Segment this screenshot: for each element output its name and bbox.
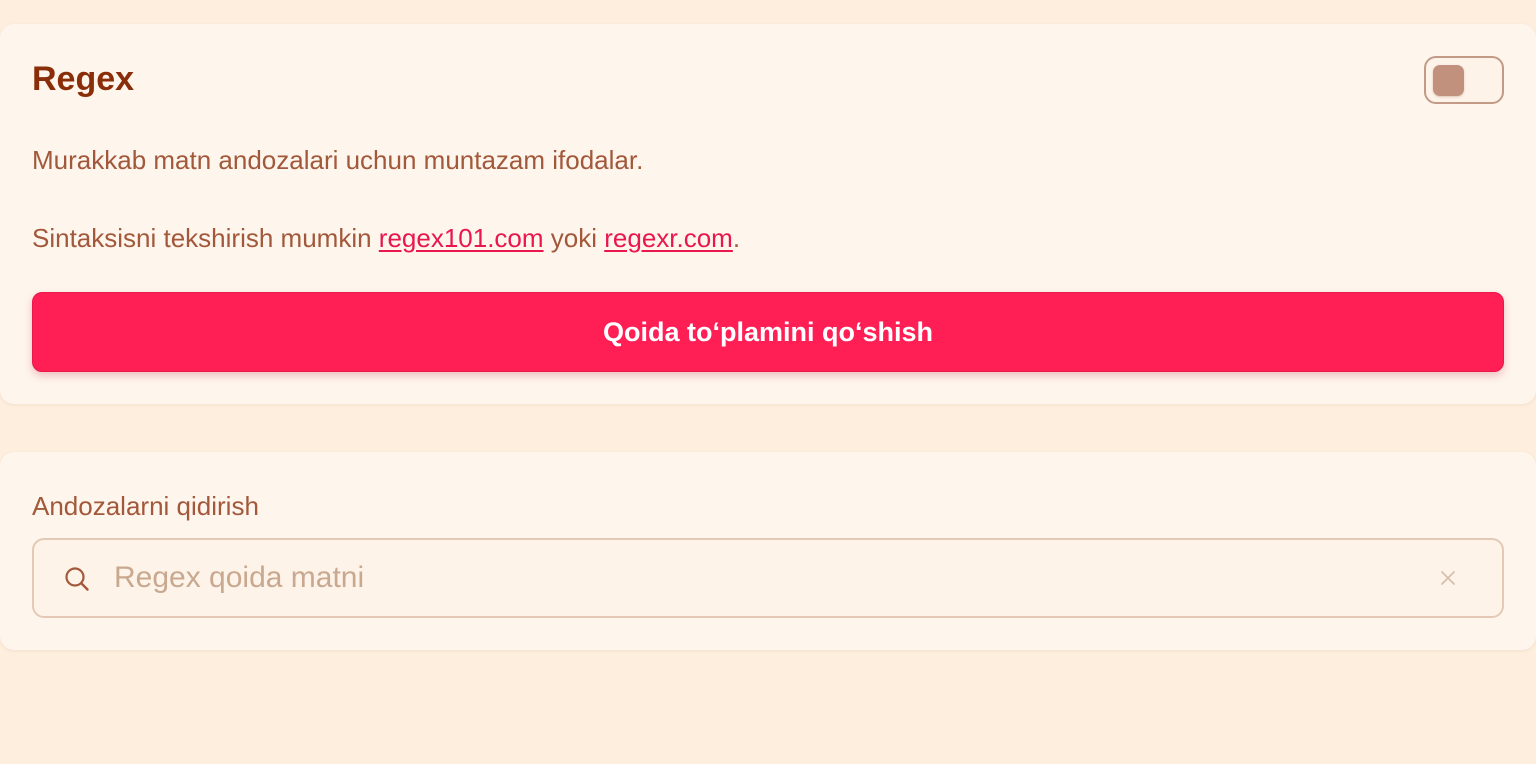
regex-description: Murakkab matn andozalari uchun muntazam … <box>32 145 644 175</box>
syntax-hint-suffix: . <box>732 223 741 253</box>
regex101-link[interactable]: regex101.com <box>379 223 544 253</box>
regex-title: Regex <box>32 60 135 98</box>
syntax-hint: Sintaksisni tekshirish mumkin regex101.c… <box>32 221 740 255</box>
search-icon <box>65 567 89 591</box>
add-ruleset-button[interactable]: Qoida toʻplamini qoʻshish <box>32 292 1504 372</box>
syntax-hint-joiner: yoki <box>543 223 605 253</box>
search-box[interactable] <box>32 538 1504 618</box>
toggle-knob <box>1433 65 1464 96</box>
regex-toggle[interactable] <box>1424 56 1504 104</box>
search-label: Andozalarni qidirish <box>32 491 259 521</box>
search-input[interactable] <box>114 540 1414 616</box>
syntax-hint-prefix: Sintaksisni tekshirish mumkin <box>32 223 379 253</box>
close-icon[interactable] <box>1438 568 1458 588</box>
regexr-link[interactable]: regexr.com <box>604 223 733 253</box>
